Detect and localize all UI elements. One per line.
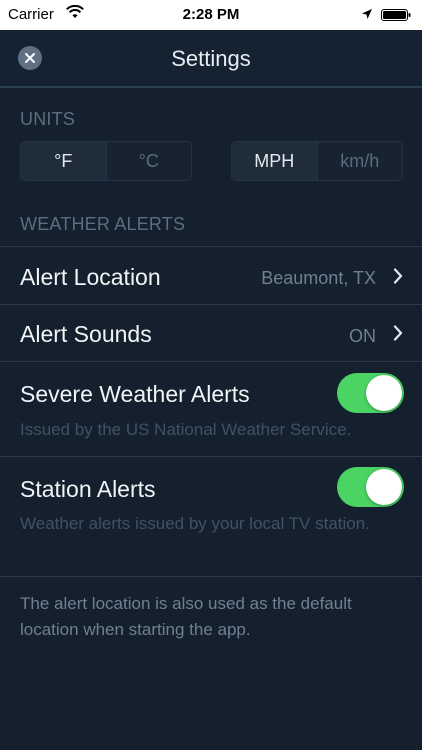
temperature-unit-selector: °F °C	[20, 141, 192, 181]
divider	[0, 456, 422, 457]
station-alerts-description: Weather alerts issued by your local TV s…	[20, 514, 370, 533]
severe-weather-alerts-label: Severe Weather Alerts	[20, 381, 250, 407]
status-bar: Carrier 2:28 PM	[0, 0, 422, 30]
alert-sounds-value: ON	[349, 326, 376, 346]
weather-alerts-section-label: WEATHER ALERTS	[20, 214, 186, 234]
station-alerts-toggle[interactable]	[337, 467, 404, 507]
alert-location-label: Alert Location	[20, 264, 161, 290]
units-section-label: UNITS	[20, 109, 75, 129]
location-arrow-icon	[362, 9, 372, 19]
footer-note: The alert location is also used as the d…	[20, 594, 352, 639]
celsius-option[interactable]: °C	[105, 142, 191, 180]
chevron-right-icon	[393, 325, 403, 341]
divider	[0, 361, 422, 362]
mph-option[interactable]: MPH	[232, 142, 317, 180]
chevron-right-icon	[393, 268, 403, 284]
toggle-knob	[366, 375, 402, 411]
severe-weather-alerts-toggle[interactable]	[337, 373, 404, 413]
fahrenheit-option[interactable]: °F	[21, 142, 106, 180]
status-time: 2:28 PM	[182, 6, 240, 23]
divider	[0, 576, 422, 577]
navigation-header: Settings	[0, 30, 422, 88]
severe-weather-alerts-description: Issued by the US National Weather Servic…	[20, 420, 352, 439]
alert-location-value: Beaumont, TX	[261, 268, 376, 288]
toggle-knob	[366, 469, 402, 505]
divider	[0, 246, 422, 247]
alert-sounds-label: Alert Sounds	[20, 321, 152, 347]
speed-unit-selector: MPH km/h	[231, 141, 403, 181]
page-title: Settings	[171, 46, 251, 71]
kmh-option[interactable]: km/h	[316, 142, 402, 180]
battery-icon	[381, 9, 411, 21]
station-alerts-label: Station Alerts	[20, 476, 156, 502]
divider	[0, 304, 422, 305]
